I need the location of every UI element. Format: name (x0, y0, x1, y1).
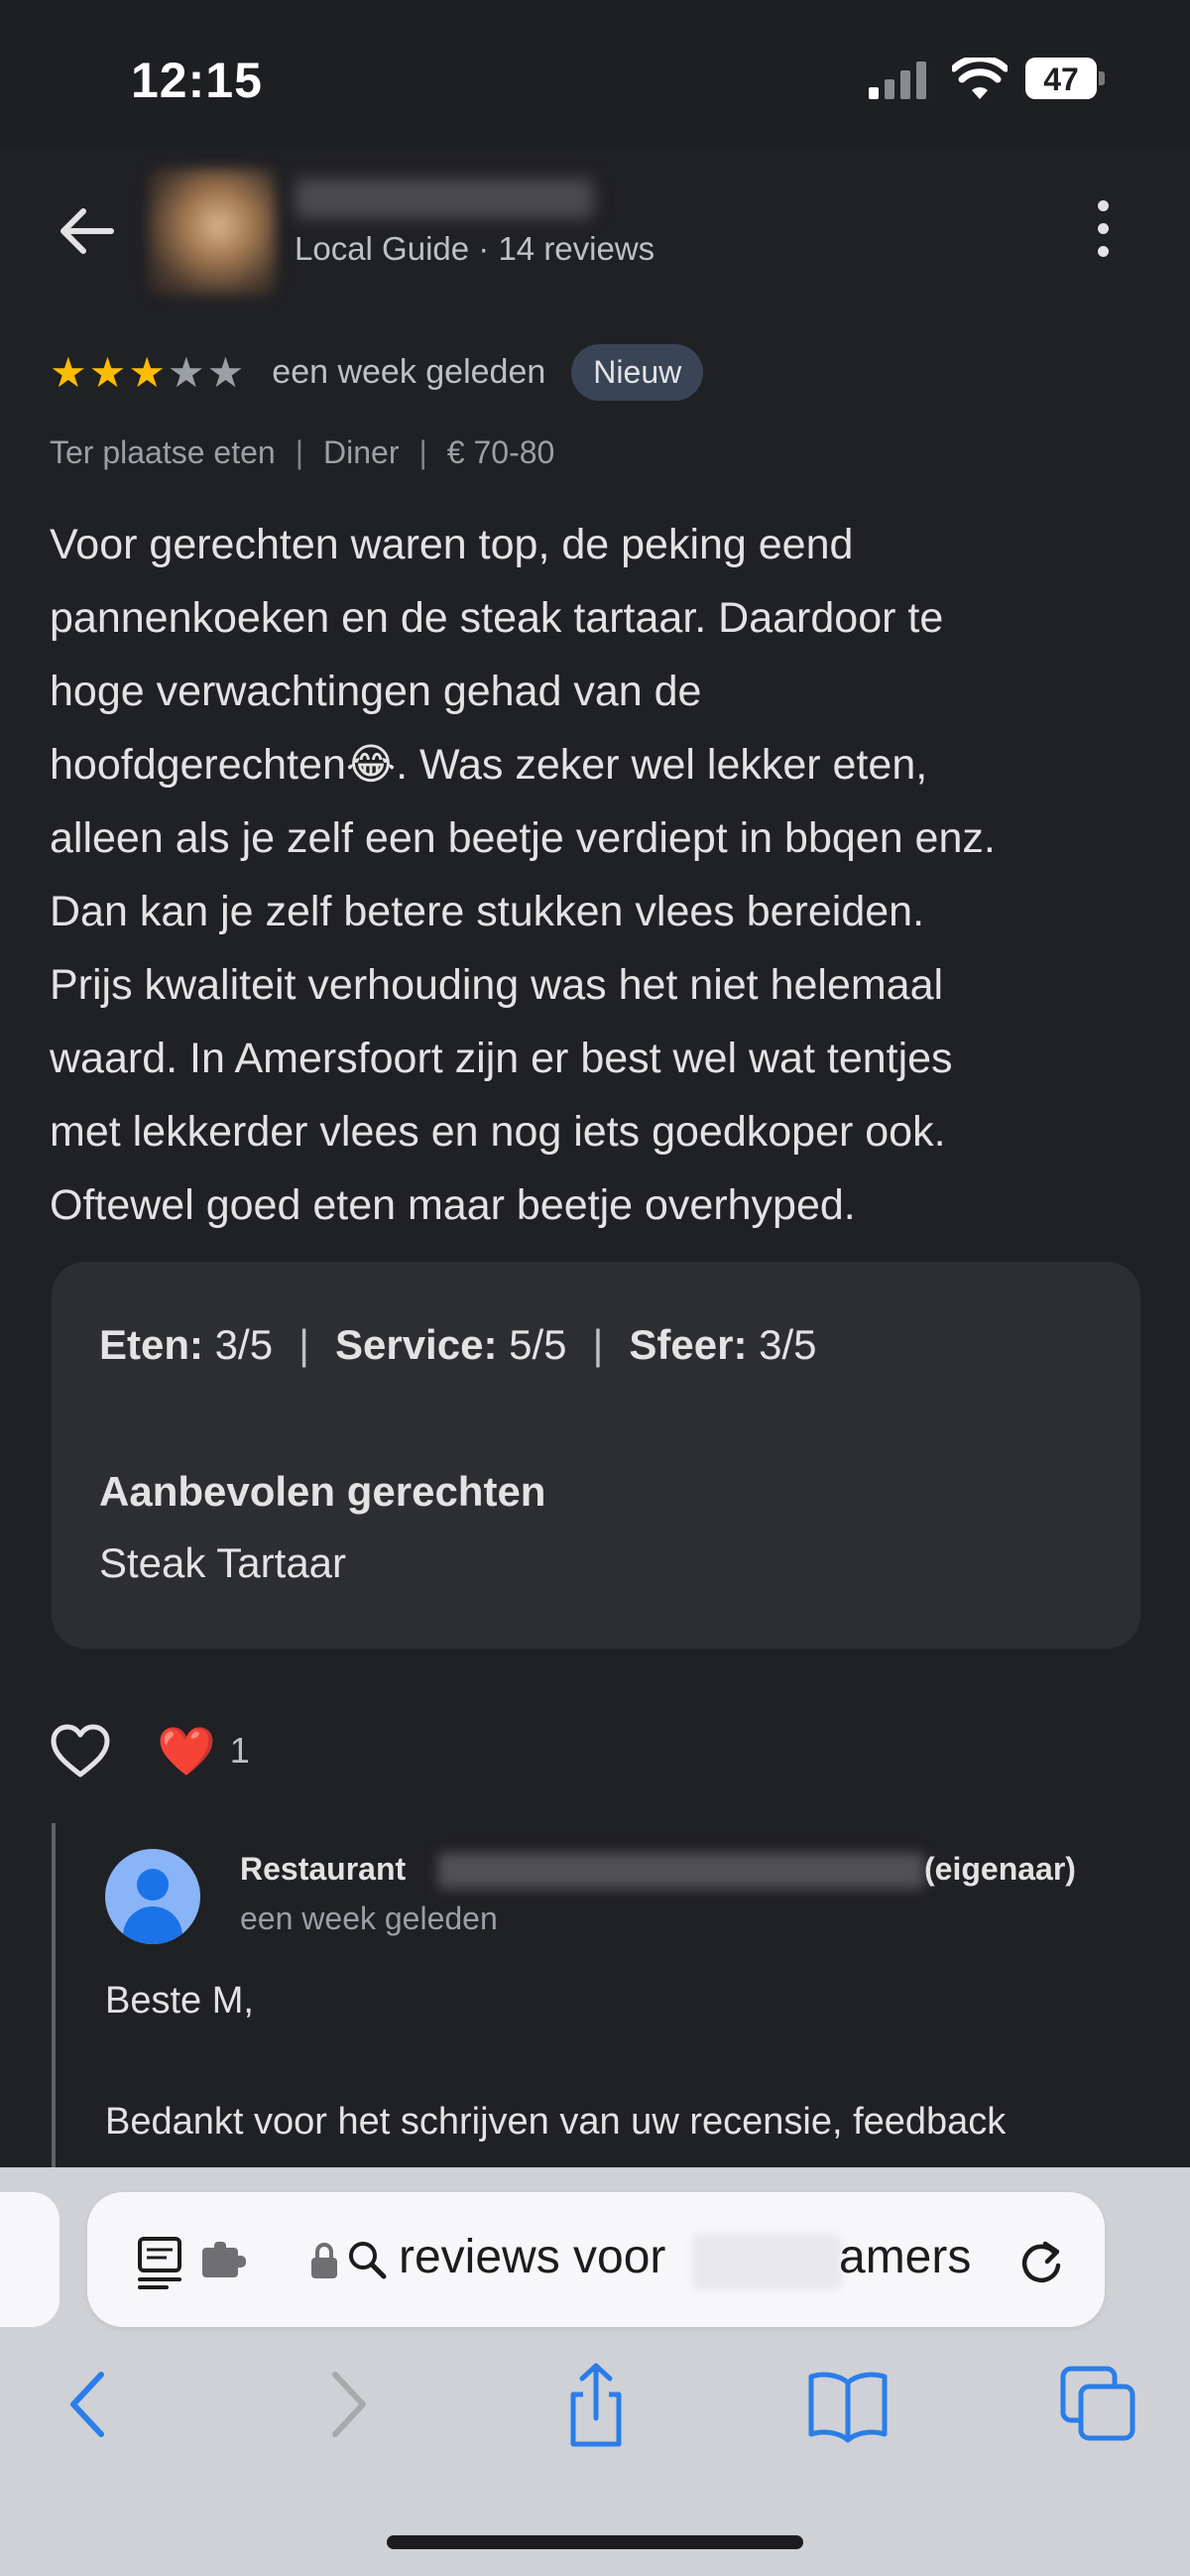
battery-level: 47 (1043, 61, 1079, 97)
owner-avatar (105, 1849, 200, 1944)
extension-icon[interactable] (202, 2242, 252, 2281)
address-bar[interactable]: reviews voor amers (87, 2192, 1105, 2327)
reviewer-subtitle: Local Guide · 14 reviews (295, 230, 655, 267)
review-header: Local Guide · 14 reviews (0, 149, 1190, 307)
star-filled-icon: ★ (128, 348, 168, 396)
url-text-tail[interactable]: amers (839, 2230, 971, 2284)
recommended-dishes-title: Aanbevolen gerechten (99, 1468, 546, 1515)
meta-meal-type: Diner (323, 434, 400, 470)
forward-nav-icon[interactable] (301, 2361, 391, 2450)
reactions-row: ❤️ 1 (50, 1718, 250, 1783)
food-rating-value: 3/5 (214, 1321, 274, 1368)
battery-icon: 47 (1025, 58, 1105, 99)
back-arrow-icon[interactable] (52, 196, 121, 266)
review-line: hoofdgerechten😂. Was zeker wel lekker et… (50, 741, 928, 789)
recommended-dishes-value: Steak Tartaar (99, 1539, 347, 1586)
owner-name-redacted (438, 1853, 924, 1889)
status-bar: 12:15 47 (0, 0, 1190, 149)
service-rating-value: 5/5 (509, 1321, 567, 1368)
reviewer-name-redacted[interactable] (296, 179, 593, 218)
lock-icon (311, 2243, 337, 2278)
review-line: hoge verwachtingen gehad van de (50, 668, 702, 715)
review-line: Oftewel goed eten maar beetje overhyped. (50, 1181, 856, 1229)
like-heart-icon[interactable] (50, 1723, 111, 1779)
meta-service-type: Ter plaatse eten (50, 434, 276, 470)
reply-divider (52, 1823, 56, 2180)
url-redacted (692, 2234, 841, 2289)
review-details-card: Eten: 3/5 | Service: 5/5 | Sfeer: 3/5 Aanbev… (52, 1262, 1140, 1649)
atmosphere-rating-label: Sfeer: (629, 1321, 748, 1368)
search-icon (349, 2242, 387, 2279)
owner-role: (eigenaar) (924, 1851, 1076, 1887)
reload-icon[interactable] (1015, 2236, 1067, 2287)
owner-reply-text: Bedankt voor het schrijven van uw recens… (105, 2101, 1007, 2143)
reviewer-avatar[interactable] (149, 169, 276, 296)
atmosphere-rating-value: 3/5 (759, 1321, 817, 1368)
cellular-signal-icon (869, 61, 926, 99)
review-line: met lekkerder vlees en nog iets goedkope… (50, 1108, 946, 1156)
meta-price: € 70-80 (446, 434, 555, 470)
food-rating-label: Eten: (99, 1321, 203, 1368)
previous-tab-peek[interactable] (0, 2192, 60, 2327)
back-nav-icon[interactable] (46, 2361, 135, 2450)
url-text[interactable]: reviews voor (399, 2230, 665, 2284)
home-indicator (387, 2535, 803, 2549)
review-line: Voor gerechten waren top, de peking eend (50, 521, 854, 568)
share-icon[interactable] (551, 2361, 641, 2450)
review-text: Voor gerechten waren top, de peking eend… (50, 508, 1150, 1242)
reader-mode-icon[interactable] (137, 2236, 186, 2291)
reaction-count: 1 (229, 1730, 250, 1771)
bookmarks-icon[interactable] (803, 2361, 892, 2450)
owner-reply-greeting: Beste M, (105, 1980, 254, 2022)
review-line: alleen als je zelf een beetje verdiept i… (50, 814, 996, 862)
review-line: waard. In Amersfoort zijn er best wel wa… (50, 1035, 953, 1082)
new-badge: Nieuw (571, 343, 704, 401)
star-filled-icon: ★ (88, 348, 129, 396)
browser-nav-row (0, 2361, 1190, 2460)
sub-ratings: Eten: 3/5 | Service: 5/5 | Sfeer: 3/5 (99, 1321, 817, 1368)
wifi-icon (952, 58, 1008, 99)
star-rating: ★★★★★ (50, 348, 246, 397)
owner-name: Restaurant (240, 1851, 407, 1887)
more-options-icon[interactable] (1091, 200, 1115, 264)
rating-row: ★★★★★ een week geleden Nieuw (50, 342, 704, 402)
visit-meta: Ter plaatse eten | Diner | € 70-80 (50, 434, 555, 470)
star-empty-icon: ★ (167, 348, 207, 396)
status-time: 12:15 (131, 53, 263, 108)
tabs-icon[interactable] (1055, 2361, 1144, 2450)
service-rating-label: Service: (334, 1321, 498, 1368)
owner-reply-age: een week geleden (240, 1901, 498, 1936)
review-age: een week geleden (272, 352, 546, 391)
star-filled-icon: ★ (50, 348, 89, 396)
review-line: Dan kan je zelf betere stukken vlees ber… (50, 888, 925, 935)
star-empty-icon: ★ (206, 348, 247, 396)
heart-reaction-icon[interactable]: ❤️ (157, 1723, 216, 1779)
review-line: pannenkoeken en de steak tartaar. Daardo… (50, 594, 944, 642)
review-line: Prijs kwaliteit verhouding was het niet … (50, 961, 944, 1009)
